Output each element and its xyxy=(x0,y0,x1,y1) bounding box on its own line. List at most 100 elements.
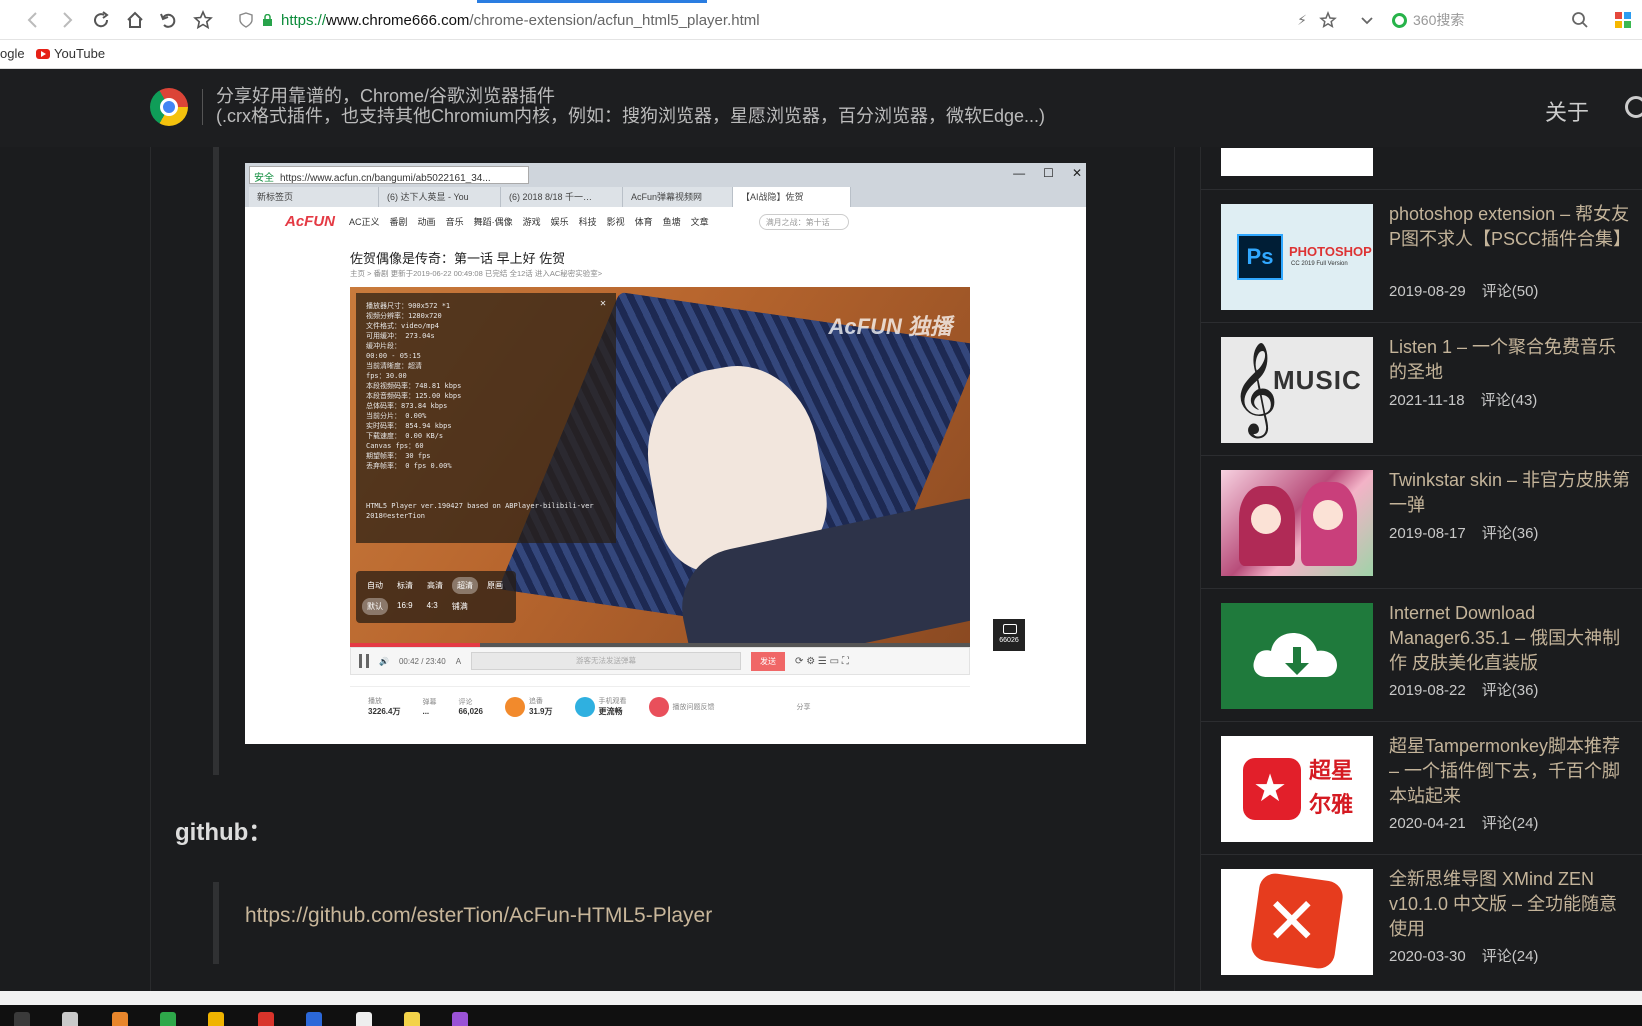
taskbar-app-icon[interactable] xyxy=(404,1012,420,1026)
danmaku-value: ... xyxy=(422,707,430,716)
taskbar-app-icon[interactable] xyxy=(160,1012,176,1026)
search-icon[interactable] xyxy=(1569,9,1591,31)
acfun-nav: AcFUN AC正义 番剧 动画 音乐 舞蹈·偶像 游戏 娱乐 科技 影视 体育… xyxy=(285,213,849,230)
shield-icon xyxy=(239,12,253,28)
follow-icon xyxy=(504,696,525,717)
screenshot-tab: 新标签页 xyxy=(249,187,379,207)
mobile-watch: 手机观看 更流畅 xyxy=(574,696,627,717)
search-engine-box[interactable]: 360搜索 xyxy=(1392,7,1592,33)
screenshot-address-bar: 安全 https://www.acfun.cn/bangumi/ab5022161… xyxy=(249,166,529,184)
plays-stat: 播放 3226.4万 xyxy=(368,696,400,717)
player-version-line: HTML5 Player ver.190427 based on ABPlaye… xyxy=(366,502,594,510)
url-host: www.chrome666.com xyxy=(326,11,470,29)
stats-line: 期望帧率： 30 fps xyxy=(366,452,431,460)
lock-icon xyxy=(263,13,272,26)
sidebar-item-title[interactable]: 超星Tampermonkey脚本推荐 – 一个插件倒下去，千百个脚本站起来 xyxy=(1389,734,1634,809)
taskbar-app-icon[interactable] xyxy=(112,1012,128,1026)
settings-icons: ⟳ ⚙ ☰ ▭ ⛶ xyxy=(795,655,849,667)
taskbar-app-icon[interactable] xyxy=(14,1012,30,1026)
stats-line: 当前清晰度：超清 xyxy=(366,362,422,370)
taskbar-app-icon[interactable] xyxy=(208,1012,224,1026)
idm-thumb[interactable] xyxy=(1221,603,1373,709)
sidebar-item-title[interactable]: photoshop extension – 帮女友P图不求人【PSCC插件合集】 xyxy=(1389,202,1634,252)
screenshot-tab-active: 【AI战隐】佐贺 xyxy=(733,187,851,207)
comment-count[interactable]: 评论(43) xyxy=(1481,392,1538,409)
close-icon: ✕ xyxy=(599,298,606,309)
post-date: 2019-08-29 xyxy=(1389,283,1466,300)
taskbar-app-icon[interactable] xyxy=(306,1012,322,1026)
sidebar-item[interactable]: ✕ 全新思维导图 XMind ZEN v10.1.0 中文版 – 全功能随意使用… xyxy=(1201,855,1642,991)
comment-count[interactable]: 评论(24) xyxy=(1482,815,1539,832)
music-thumb[interactable]: 𝄞 MUSIC xyxy=(1221,337,1373,443)
comment-count[interactable]: 评论(24) xyxy=(1482,948,1539,965)
acfun-nav-item: 影视 xyxy=(606,217,625,227)
stats-line: 实时码率： 854.94 kbps xyxy=(366,422,452,430)
anime-thumb[interactable] xyxy=(1221,470,1373,576)
home-icon[interactable] xyxy=(124,9,146,31)
follow-label: 追番 xyxy=(528,698,543,705)
sidebar-item-title[interactable]: Internet Download Manager6.35.1 – 俄国大神制作… xyxy=(1389,601,1634,676)
nav-about-link[interactable]: 关于 xyxy=(1545,95,1589,127)
acfun-nav-item: 体育 xyxy=(634,217,653,227)
quality-menu: 自动 标清 高清 超清 原画 默认 16:9 4:3 铺满 xyxy=(356,571,516,623)
quality-option-selected: 超清 xyxy=(452,577,478,594)
undo-icon[interactable] xyxy=(157,9,179,31)
github-link[interactable]: https://github.com/esterTion/AcFun-HTML5… xyxy=(245,904,712,928)
volume-icon: 🔊 xyxy=(379,656,389,666)
sidebar-item[interactable]: Internet Download Manager6.35.1 – 俄国大神制作… xyxy=(1201,589,1642,722)
sidebar-item[interactable]: 𝄞 MUSIC Listen 1 – 一个聚合免费音乐的圣地 2021-11-1… xyxy=(1201,323,1642,456)
post-date: 2019-08-17 xyxy=(1389,525,1466,542)
send-button: 发送 xyxy=(751,651,786,671)
bookmark-star-icon[interactable] xyxy=(192,9,214,31)
sidebar-item-title[interactable]: Listen 1 – 一个聚合免费音乐的圣地 xyxy=(1389,335,1634,385)
acfun-nav-item: AC正义 xyxy=(349,217,380,227)
taskbar-app-icon[interactable] xyxy=(258,1012,274,1026)
ratio-option: 4:3 xyxy=(426,601,438,610)
bookmark-youtube[interactable]: YouTube xyxy=(36,46,105,61)
sidebar-item-title[interactable]: Twinkstar skin – 非官方皮肤第一弹 xyxy=(1389,468,1634,518)
xmind-thumb[interactable]: ✕ xyxy=(1221,869,1373,975)
stats-line: fps：30.00 xyxy=(366,372,407,380)
site-search-icon[interactable] xyxy=(1625,96,1642,118)
bookmark-google[interactable]: ogle xyxy=(0,46,25,61)
blockquote-bar xyxy=(213,882,219,964)
sidebar-item-partial[interactable] xyxy=(1201,134,1642,190)
comment-count[interactable]: 评论(50) xyxy=(1482,283,1539,300)
chevron-down-icon[interactable] xyxy=(1356,9,1378,31)
tagline-line-2: (.crx格式插件，也支持其他Chromium内核，例如：搜狗浏览器，星愿浏览器… xyxy=(216,106,1046,126)
follow-stat: 追番 31.9万 xyxy=(504,696,553,717)
sidebar-item[interactable]: ★ 超星 尔雅 超星Tampermonkey脚本推荐 – 一个插件倒下去，千百个… xyxy=(1201,722,1642,855)
address-bar[interactable]: https://www.chrome666.com/chrome-extensi… xyxy=(238,7,1388,33)
screenshot-url: https://www.acfun.cn/bangumi/ab5022161_3… xyxy=(280,173,491,184)
comment-count[interactable]: 评论(36) xyxy=(1482,525,1539,542)
sidebar-item[interactable]: Twinkstar skin – 非官方皮肤第一弹 2019-08-17 评论(3… xyxy=(1201,456,1642,589)
favorite-icon[interactable] xyxy=(1317,9,1339,31)
apps-grid-icon[interactable] xyxy=(1612,9,1634,31)
sidebar-item-title[interactable]: 全新思维导图 XMind ZEN v10.1.0 中文版 – 全功能随意使用 xyxy=(1389,867,1634,942)
taskbar-app-icon[interactable] xyxy=(356,1012,372,1026)
photoshop-thumb[interactable]: Ps PHOTOSHOP CC 2019 Full Version xyxy=(1221,204,1373,310)
youtube-icon xyxy=(36,48,50,59)
screenshot-tabbar: 安全 https://www.acfun.cn/bangumi/ab5022161… xyxy=(245,163,1086,207)
search-input[interactable]: 360搜索 xyxy=(1413,10,1464,30)
acfun-logo: AcFUN xyxy=(285,213,336,230)
taskbar-app-icon[interactable] xyxy=(62,1012,78,1026)
cloud-download-icon xyxy=(1253,633,1337,677)
chrome-logo-icon[interactable] xyxy=(150,88,188,126)
forward-icon[interactable] xyxy=(55,9,77,31)
quality-option: 自动 xyxy=(367,581,383,590)
horizontal-scrollbar[interactable] xyxy=(0,991,1642,1005)
taskbar-app-icon[interactable] xyxy=(452,1012,468,1026)
comment-count[interactable]: 评论(36) xyxy=(1482,682,1539,699)
reload-icon[interactable] xyxy=(90,9,112,31)
bookmark-label: ogle xyxy=(0,46,25,61)
sidebar-item[interactable]: Ps PHOTOSHOP CC 2019 Full Version photos… xyxy=(1201,190,1642,323)
video-frame: AcFUN 独播 ✕ 播放器尺寸：900x572 *1 视频分辨率：1280x7… xyxy=(350,287,970,643)
warning-icon xyxy=(648,696,669,717)
back-icon[interactable] xyxy=(23,9,45,31)
bookmark-label: YouTube xyxy=(54,46,106,61)
lightning-icon[interactable]: ⚡ xyxy=(1291,9,1313,31)
chaoxing-thumb[interactable]: ★ 超星 尔雅 xyxy=(1221,736,1373,842)
sidebar-item-meta: 2020-04-21 评论(24) xyxy=(1389,812,1538,833)
quality-option: 原画 xyxy=(487,581,503,590)
